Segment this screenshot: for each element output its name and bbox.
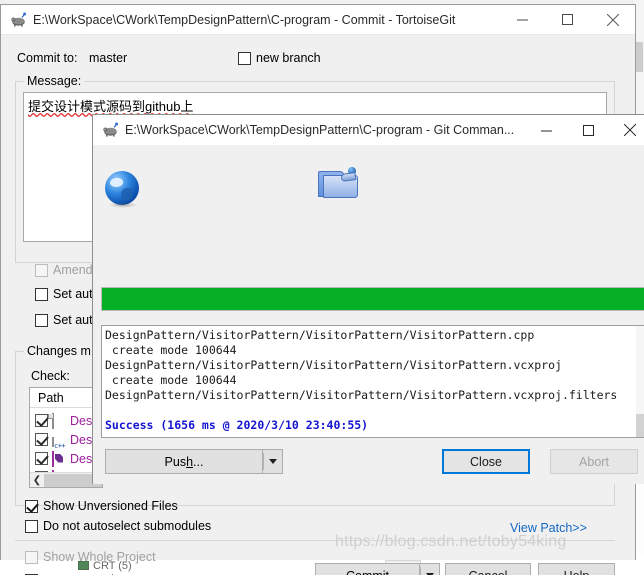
branch-value: master [89,51,128,65]
commit-to-label: Commit to: [17,51,78,65]
watermark: https://blog.csdn.net/toby54king [335,533,567,550]
no-autoselect-checkbox[interactable]: Do not autoselect submodules [25,519,211,533]
output-line: create mode 100644 [105,373,237,387]
globe-icon [105,171,139,208]
git-command-title-text: E:\WorkSpace\CWork\TempDesignPattern\C-p… [125,123,515,137]
git-command-dialog: E:\WorkSpace\CWork\TempDesignPattern\C-p… [92,114,644,484]
blank-file-icon [52,412,66,429]
status-line: Success (1656 ms @ 2020/3/10 23:40:55) [105,418,369,432]
checkbox-box [35,313,48,327]
checkbox-box [25,499,38,513]
commit-button-label: Commit [315,563,419,575]
show-whole-project-checkbox: Show Whole Project [25,550,156,564]
commit-button[interactable]: Commit [315,563,440,575]
push-dropdown-arrow[interactable] [262,449,283,474]
vcxproj-file-icon [52,450,66,467]
output-line: DesignPattern/VisitorPattern/VisitorPatt… [105,328,535,342]
checkbox-box [238,51,251,65]
commit-title-text: E:\WorkSpace\CWork\TempDesignPattern\C-p… [33,12,456,27]
commit-window-controls [500,5,635,35]
screen: CRT (5) » E:\WorkSpace\CWork\TempDesignP… [0,0,644,575]
commit-dropdown-arrow[interactable] [419,563,440,575]
minimize-icon[interactable] [525,115,567,145]
close-button[interactable]: Close [442,449,530,474]
table-row[interactable]: Des [35,411,92,430]
output-line: create mode 100644 [105,343,237,357]
output-line: DesignPattern/VisitorPattern/VisitorPatt… [105,388,618,402]
progress-bar [101,287,644,311]
show-unversioned-label: Show Unversioned Files [43,499,178,513]
console-vscrollbar[interactable] [636,326,644,437]
set-author-checkbox[interactable]: Set aut [35,287,93,301]
commit-titlebar[interactable]: E:\WorkSpace\CWork\TempDesignPattern\C-p… [1,5,635,35]
push-button[interactable]: Pus h... [105,449,283,474]
amend-label: Amend [53,263,93,277]
row-checkbox[interactable] [35,433,48,446]
file-name: Des [70,432,93,447]
no-autoselect-label: Do not autoselect submodules [43,519,212,533]
set-author-label: Set aut [53,287,93,301]
close-icon[interactable] [590,5,635,35]
row-checkbox[interactable] [35,414,48,427]
maximize-icon[interactable] [567,115,609,145]
output-line: DesignPattern/VisitorPattern/VisitorPatt… [105,358,562,372]
git-command-body: DesignPattern/VisitorPattern/VisitorPatt… [93,145,644,484]
new-branch-label: new branch [256,51,321,65]
scroll-left-icon[interactable]: ❮ [30,475,44,486]
new-branch-checkbox[interactable]: new branch [238,51,321,65]
commit-message-value: 提交设计模式源码到github上 [28,99,194,114]
close-icon[interactable] [609,115,644,145]
show-unversioned-checkbox[interactable]: Show Unversioned Files [25,499,178,513]
folder-transfer-icon [318,167,362,201]
show-whole-project-label: Show Whole Project [43,550,156,564]
table-row[interactable]: Des [35,449,92,468]
checkbox-box [25,550,38,564]
path-column-header: Path [38,391,64,405]
table-row[interactable]: c++ Des [35,430,93,450]
maximize-icon[interactable] [545,5,590,35]
git-command-window-controls [525,115,644,145]
abort-button: Abort [550,449,638,474]
row-checkbox[interactable] [35,452,48,465]
git-command-titlebar[interactable]: E:\WorkSpace\CWork\TempDesignPattern\C-p… [93,115,644,145]
changes-group-label: Changes m [24,344,94,358]
minimize-icon[interactable] [500,5,545,35]
git-output-console[interactable]: DesignPattern/VisitorPattern/VisitorPatt… [101,325,644,438]
file-name: Des [70,451,93,466]
git-output-text: DesignPattern/VisitorPattern/VisitorPatt… [102,326,644,435]
tortoisegit-icon [10,12,27,28]
push-button-label: Pus h... [105,449,262,474]
message-group-label: Message: [24,74,85,88]
file-name: Des [70,413,93,428]
console-vscrollbar-thumb[interactable] [636,414,644,437]
amend-checkbox: Amend [35,263,93,277]
help-button[interactable]: Help [538,563,615,575]
background-scrollbar-thumb[interactable] [635,42,643,72]
check-label: Check: [31,369,70,383]
set-date-checkbox[interactable]: Set aut [35,313,93,327]
checkbox-box [35,287,48,301]
set-date-label: Set aut [53,313,93,327]
cpp-file-icon: c++ [52,433,66,450]
checkbox-box [35,263,48,277]
cancel-button[interactable]: Cancel [445,563,531,575]
checkbox-box [25,519,38,533]
tortoisegit-icon [102,122,119,138]
